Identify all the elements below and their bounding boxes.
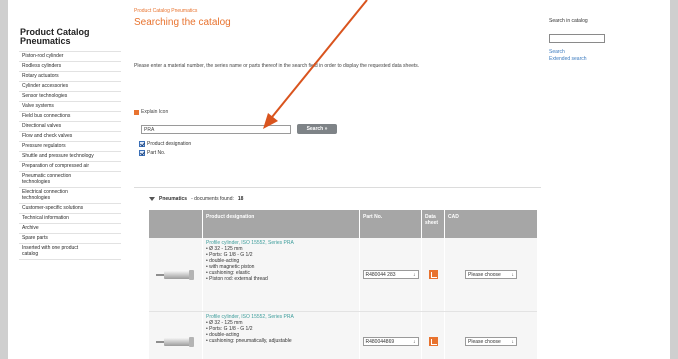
sidebar-item[interactable]: Piston-rod cylinder	[19, 52, 121, 62]
table-row: Profile cylinder, ISO 15552, Series PRA …	[149, 238, 537, 312]
result-category: Pneumatics	[159, 196, 188, 202]
breadcrumb[interactable]: Product Catalog Pneumatics	[134, 8, 197, 14]
cylinder-image	[155, 336, 196, 348]
header-cad: CAD	[448, 214, 459, 220]
product-description: Profile cylinder, ISO 15552, Series PRA …	[203, 312, 360, 359]
sidebar-item[interactable]: Electrical connection technologies	[19, 188, 121, 204]
sidebar-subtitle: Pneumatics	[20, 36, 71, 46]
sidebar: Product Catalog Pneumatics Piston-rod cy…	[8, 0, 122, 359]
cad-select-value: Please choose	[468, 271, 501, 278]
explain-icon-link[interactable]: Explain Icon	[134, 109, 168, 115]
part-no-cell: R480044 283 ↓	[360, 238, 422, 311]
search-link[interactable]: Search	[549, 49, 565, 55]
data-sheet-cell	[422, 238, 445, 311]
sidebar-item[interactable]: Rodless cylinders	[19, 62, 121, 72]
sidebar-item[interactable]: Field bus connections	[19, 112, 121, 122]
header-data-sheet: Data sheet	[422, 210, 445, 238]
sidebar-item[interactable]: Valve systems	[19, 102, 121, 112]
part-no-cell: R480044869 ↓	[360, 312, 422, 359]
page-title: Searching the catalog	[134, 17, 231, 28]
product-features: • Ø 32 - 125 mm • Ports: G 1/8 - G 1/2 •…	[206, 246, 268, 282]
sidebar-item[interactable]: Rotary actuators	[19, 72, 121, 82]
search-button[interactable]: Search »	[297, 124, 337, 134]
sidebar-item[interactable]: Inserted with one product catalog	[19, 244, 121, 260]
sidebar-item[interactable]: Pneumatic connection technologies	[19, 172, 121, 188]
cad-cell: Please choose ↓	[445, 312, 537, 359]
catalog-search-label: Search in catalog	[549, 18, 588, 24]
sidebar-item[interactable]: Directional valves	[19, 122, 121, 132]
data-sheet-cell	[422, 312, 445, 359]
catalog-search-input[interactable]	[549, 34, 605, 43]
catalog-page: Product Catalog Pneumatics Piston-rod cy…	[8, 0, 670, 359]
part-no-select[interactable]: R480044869 ↓	[362, 337, 419, 346]
result-found-text: - documents found:	[191, 196, 234, 202]
product-description: Profile cylinder, ISO 15552, Series PRA …	[203, 238, 360, 311]
cylinder-image	[155, 269, 196, 281]
product-features: • Ø 32 - 125 mm • Ports: G 1/8 - G 1/2 •…	[206, 320, 292, 344]
extended-search-link[interactable]: Extended search	[549, 56, 587, 62]
sidebar-item[interactable]: Shuttle and pressure technology	[19, 152, 121, 162]
dropdown-arrow-icon: ↓	[413, 338, 416, 345]
sidebar-item[interactable]: Preparation of compressed air	[19, 162, 121, 172]
sidebar-item[interactable]: Sensor technologies	[19, 92, 121, 102]
part-no-value: R480044 283	[365, 271, 396, 278]
explain-link-label: Explain Icon	[141, 109, 169, 115]
cad-cell: Please choose ↓	[445, 238, 537, 311]
part-no-value: R480044869	[365, 338, 395, 345]
product-image[interactable]	[149, 312, 203, 359]
header-image	[149, 210, 203, 238]
header-designation: Product designation	[203, 210, 360, 238]
table-row: Profile cylinder, ISO 15552, Series PRA …	[149, 312, 537, 359]
info-icon	[134, 109, 139, 115]
cad-select[interactable]: Please choose ↓	[465, 270, 517, 279]
result-header[interactable]: Pneumatics - documents found: 18	[149, 196, 243, 202]
dropdown-arrow-icon: ↓	[413, 271, 416, 278]
sidebar-item[interactable]: Archive	[19, 224, 121, 234]
sidebar-item[interactable]: Flow and check valves	[19, 132, 121, 142]
result-count: 18	[237, 196, 244, 202]
sidebar-item[interactable]: Pressure regulators	[19, 142, 121, 152]
dropdown-arrow-icon: ↓	[511, 338, 515, 345]
part-no-select[interactable]: R480044 283 ↓	[362, 270, 419, 279]
sidebar-item[interactable]: Technical information	[19, 214, 121, 224]
results-table: Product designation Part No. Data sheet …	[149, 210, 537, 359]
checkbox-label: Product designation	[147, 141, 192, 147]
checkbox-checked-icon[interactable]	[139, 141, 145, 147]
product-image[interactable]	[149, 238, 203, 311]
checkbox-checked-icon[interactable]	[139, 150, 145, 156]
table-header: Product designation Part No. Data sheet …	[149, 210, 537, 238]
collapse-triangle-icon[interactable]	[149, 197, 155, 201]
dropdown-arrow-icon: ↓	[511, 271, 515, 278]
search-input[interactable]	[141, 125, 291, 134]
pdf-icon[interactable]	[428, 337, 438, 346]
sidebar-item[interactable]: Customer-specific solutions	[19, 204, 121, 214]
sidebar-nav: Piston-rod cylinder Rodless cylinders Ro…	[19, 51, 121, 260]
header-part-no: Part No.	[360, 210, 422, 238]
divider	[134, 187, 541, 188]
cad-select-value: Please choose	[468, 338, 501, 345]
checkbox-part-no[interactable]: Part No.	[139, 150, 165, 156]
checkbox-product-designation[interactable]: Product designation	[139, 141, 191, 147]
checkbox-label: Part No.	[147, 150, 166, 156]
pdf-icon[interactable]	[428, 270, 438, 279]
sidebar-item[interactable]: Spare parts	[19, 234, 121, 244]
sidebar-item[interactable]: Cylinder accessories	[19, 82, 121, 92]
intro-text: Please enter a material number, the seri…	[134, 63, 420, 69]
cad-select[interactable]: Please choose ↓	[465, 337, 517, 346]
